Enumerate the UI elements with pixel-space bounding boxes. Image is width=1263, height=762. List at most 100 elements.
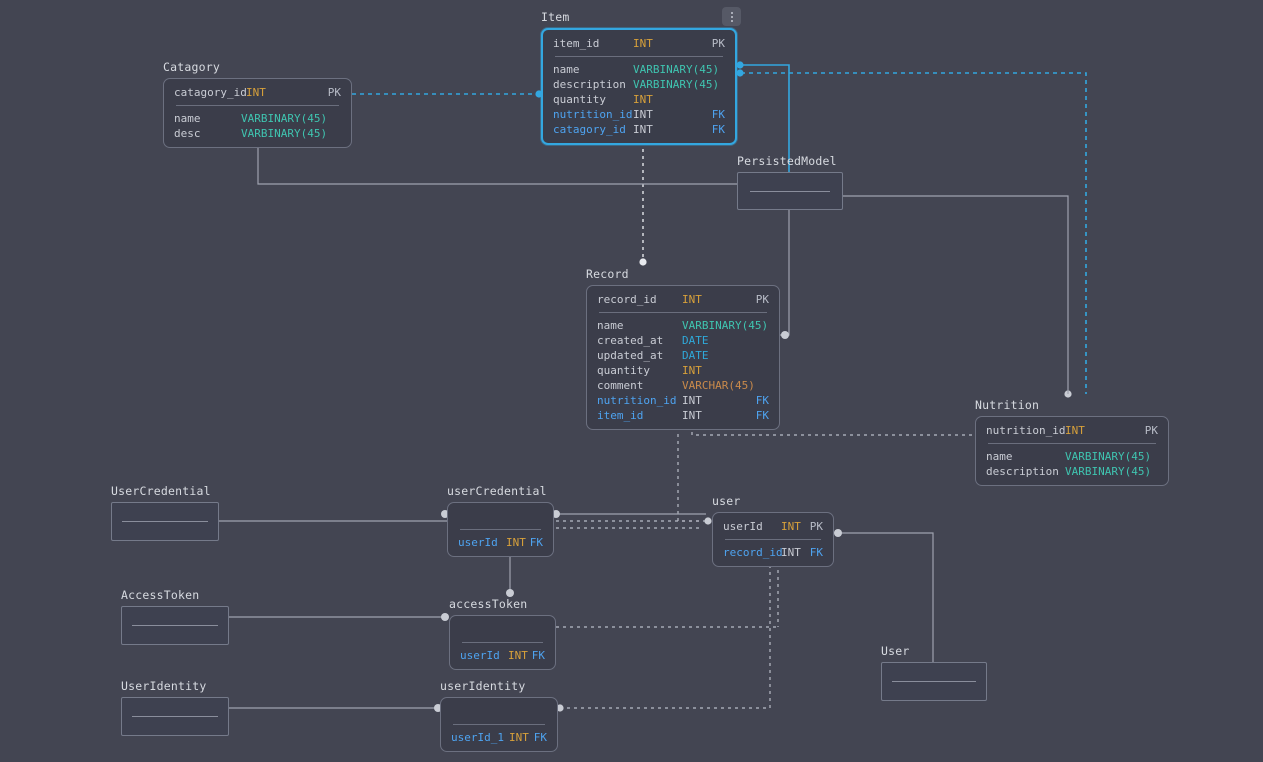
field-key: PK	[1144, 424, 1158, 437]
field-type: DATE	[682, 334, 709, 347]
empty-divider	[132, 625, 218, 626]
entity-box-record[interactable]: record_id INT PK name VARBINARY(45) crea…	[586, 285, 780, 430]
field-name: userId	[460, 649, 500, 662]
table-row[interactable]: updated_at DATE	[587, 348, 779, 363]
entity-node-user-identity[interactable]: userIdentity userId_1 INT FK	[440, 679, 558, 752]
field-key: PK	[327, 86, 341, 99]
dot-2	[730, 15, 733, 18]
field-key: FK	[809, 546, 823, 559]
edge-useridentity-user	[560, 558, 778, 709]
field-row-pk[interactable]: userId INT PK	[713, 519, 833, 534]
field-type: INT	[633, 93, 653, 106]
entity-node-user-credential-base[interactable]: UserCredential	[111, 484, 219, 541]
field-type: VARBINARY(45)	[1065, 465, 1152, 478]
entity-title-nutrition: Nutrition	[975, 398, 1040, 412]
field-type: VARBINARY(45)	[1065, 450, 1152, 463]
field-key: PK	[711, 37, 725, 50]
field-name: description	[986, 465, 1059, 478]
table-row[interactable]: name VARBINARY(45)	[543, 62, 735, 77]
table-row[interactable]: userId INT FK	[448, 535, 553, 550]
entity-box-user-credential[interactable]: userId INT FK	[447, 502, 554, 557]
entity-node-user-base[interactable]: User	[881, 644, 987, 701]
entity-node-record[interactable]: Record record_id INT PK name VARBINARY(4…	[586, 267, 780, 430]
entity-box-user-credential-base[interactable]	[111, 502, 219, 541]
entity-node-user[interactable]: user userId INT PK record_id INT FK	[712, 494, 834, 567]
table-row[interactable]: description VARBINARY(45)	[543, 77, 735, 92]
field-name: record_id	[597, 293, 657, 306]
entity-node-catagory[interactable]: Catagory catagory_id INT PK name VARBINA…	[163, 60, 352, 148]
er-diagram-canvas[interactable]: Item item_id INT PK name VARBINARY(45) d…	[0, 0, 1263, 762]
field-name: quantity	[553, 93, 606, 106]
table-row[interactable]: name VARBINARY(45)	[587, 318, 779, 333]
table-row[interactable]: quantity INT	[587, 363, 779, 378]
field-type: INT	[633, 37, 653, 50]
field-row-pk[interactable]: item_id INT PK	[543, 36, 735, 51]
field-name: userId	[458, 536, 498, 549]
field-type: INT	[508, 649, 528, 662]
entity-title-user: user	[712, 494, 741, 508]
entity-node-user-credential[interactable]: userCredential userId INT FK	[447, 484, 554, 557]
node-options-menu-icon[interactable]	[722, 7, 741, 26]
entity-node-access-token-base[interactable]: AccessToken	[121, 588, 229, 645]
field-name: name	[553, 63, 580, 76]
table-row[interactable]: catagory_id INT FK	[543, 122, 735, 137]
entity-box-catagory[interactable]: catagory_id INT PK name VARBINARY(45) de…	[163, 78, 352, 148]
table-row[interactable]: nutrition_id INT FK	[587, 393, 779, 408]
entity-box-persisted-model[interactable]	[737, 172, 843, 210]
entity-box-item[interactable]: item_id INT PK name VARBINARY(45) descri…	[541, 28, 737, 145]
entity-title-access-token: accessToken	[449, 597, 528, 611]
table-row[interactable]: item_id INT FK	[587, 408, 779, 423]
field-type: INT	[633, 108, 653, 121]
field-row-pk[interactable]: nutrition_id INT PK	[976, 423, 1168, 438]
entity-box-access-token-base[interactable]	[121, 606, 229, 645]
entity-box-user-identity-base[interactable]	[121, 697, 229, 736]
dot-3	[730, 19, 733, 22]
entity-node-nutrition[interactable]: Nutrition nutrition_id INT PK name VARBI…	[975, 398, 1169, 486]
field-name: item_id	[597, 409, 644, 422]
table-row[interactable]: name VARBINARY(45)	[976, 449, 1168, 464]
field-divider	[453, 724, 545, 725]
field-type: INT	[682, 394, 702, 407]
table-row[interactable]: name VARBINARY(45)	[164, 111, 351, 126]
table-row[interactable]: created_at DATE	[587, 333, 779, 348]
table-row[interactable]: userId_1 INT FK	[441, 730, 557, 745]
dot-1	[730, 11, 733, 14]
entity-box-user-identity[interactable]: userId_1 INT FK	[440, 697, 558, 752]
field-divider	[176, 105, 339, 106]
field-key: PK	[755, 293, 769, 306]
table-row[interactable]: userId INT FK	[450, 648, 555, 663]
field-name: item_id	[553, 37, 600, 50]
entity-box-user[interactable]: userId INT PK record_id INT FK	[712, 512, 834, 567]
field-name: description	[553, 78, 626, 91]
entity-title-record: Record	[586, 267, 629, 281]
table-row[interactable]: comment VARCHAR(45)	[587, 378, 779, 393]
entity-node-access-token[interactable]: accessToken userId INT FK	[449, 597, 556, 670]
field-name: quantity	[597, 364, 650, 377]
field-key: FK	[711, 108, 725, 121]
field-name: nutrition_id	[553, 108, 633, 121]
table-row[interactable]: nutrition_id INT FK	[543, 107, 735, 122]
field-type: DATE	[682, 349, 709, 362]
table-row[interactable]: quantity INT	[543, 92, 735, 107]
field-divider	[460, 529, 541, 530]
field-key: FK	[533, 731, 547, 744]
entity-title-user-identity-base: UserIdentity	[121, 679, 207, 693]
entity-node-item[interactable]: Item item_id INT PK name VARBINARY(45) d…	[541, 10, 737, 145]
field-name: userId	[723, 520, 763, 533]
field-type: INT	[781, 520, 801, 533]
entity-node-user-identity-base[interactable]: UserIdentity	[121, 679, 229, 736]
field-key: FK	[529, 536, 543, 549]
field-row-pk[interactable]: record_id INT PK	[587, 292, 779, 307]
entity-box-nutrition[interactable]: nutrition_id INT PK name VARBINARY(45) d…	[975, 416, 1169, 486]
table-row[interactable]: desc VARBINARY(45)	[164, 126, 351, 141]
field-type: VARBINARY(45)	[633, 63, 720, 76]
entity-node-persisted-model[interactable]: PersistedModel	[737, 154, 843, 210]
field-name: name	[986, 450, 1013, 463]
entity-box-access-token[interactable]: userId INT FK	[449, 615, 556, 670]
entity-box-user-base[interactable]	[881, 662, 987, 701]
field-type: INT	[682, 409, 702, 422]
field-row-pk[interactable]: catagory_id INT PK	[164, 85, 351, 100]
table-row[interactable]: description VARBINARY(45)	[976, 464, 1168, 479]
empty-divider	[892, 681, 976, 682]
table-row[interactable]: record_id INT FK	[713, 545, 833, 560]
